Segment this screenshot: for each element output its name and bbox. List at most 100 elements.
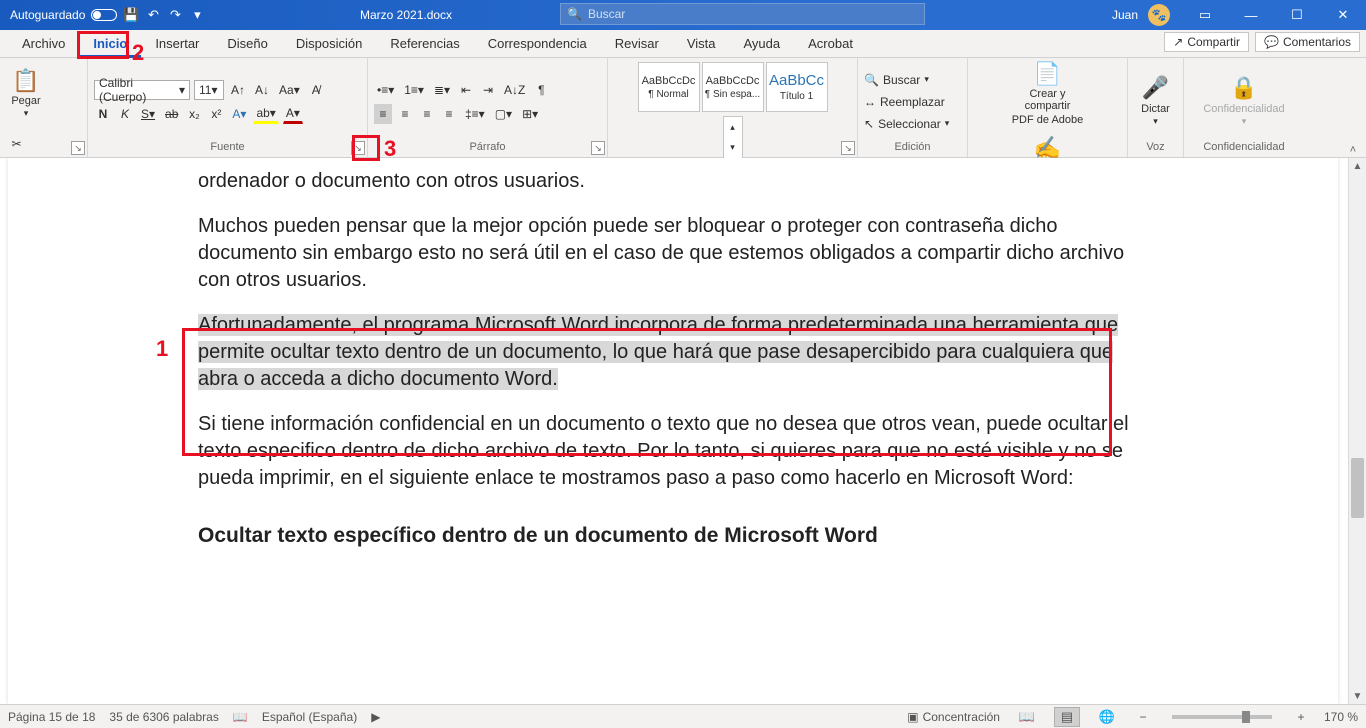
font-size-value: 11: [199, 83, 211, 97]
cut-button[interactable]: ✂: [6, 134, 27, 154]
zoom-slider[interactable]: [1172, 715, 1272, 719]
style-normal[interactable]: AaBbCcDc¶ Normal: [638, 62, 700, 112]
share-button[interactable]: ↗Compartir: [1164, 32, 1249, 52]
vertical-scrollbar[interactable]: ▲ ▼: [1348, 158, 1366, 704]
italic-button[interactable]: K: [116, 104, 134, 124]
change-case-button[interactable]: Aa▾: [276, 80, 303, 100]
tab-referencias[interactable]: Referencias: [376, 30, 473, 58]
select-button[interactable]: ↖Seleccionar▾: [864, 114, 961, 134]
web-layout-icon[interactable]: 🌐: [1094, 707, 1120, 727]
print-layout-icon[interactable]: ▤: [1054, 707, 1080, 727]
text-effects-button[interactable]: A▾: [229, 104, 249, 124]
annotation-number-1: 1: [156, 336, 168, 362]
qat-more-icon[interactable]: ▾: [189, 7, 205, 23]
line-spacing-button[interactable]: ‡≡▾: [462, 104, 488, 124]
page-indicator[interactable]: Página 15 de 18: [8, 710, 95, 724]
style-heading1[interactable]: AaBbCcTítulo 1: [766, 62, 828, 112]
sort-button[interactable]: A↓Z: [501, 80, 528, 100]
tab-revisar[interactable]: Revisar: [601, 30, 673, 58]
clipboard-launcher[interactable]: ↘: [71, 141, 85, 155]
user-name[interactable]: Juan: [1112, 8, 1138, 22]
spellcheck-icon[interactable]: 📖: [233, 710, 248, 724]
collapse-ribbon-icon[interactable]: ˄: [1344, 140, 1362, 160]
save-icon[interactable]: 💾: [123, 7, 139, 23]
font-name-select[interactable]: Calibri (Cuerpo) ▾: [94, 80, 190, 100]
undo-icon[interactable]: ↶: [145, 7, 161, 23]
word-count[interactable]: 35 de 6306 palabras: [109, 710, 218, 724]
tab-ayuda[interactable]: Ayuda: [729, 30, 794, 58]
shrink-font-button[interactable]: A↓: [252, 80, 272, 100]
paragraph: ordenador o documento con otros usuarios…: [198, 168, 1148, 195]
scroll-thumb[interactable]: [1351, 458, 1364, 518]
bullets-button[interactable]: •≡▾: [374, 80, 397, 100]
styles-up-icon[interactable]: ▴: [724, 117, 742, 137]
justify-button[interactable]: ≡: [440, 104, 458, 124]
tab-vista[interactable]: Vista: [673, 30, 730, 58]
styles-gallery[interactable]: AaBbCcDc¶ Normal AaBbCcDc¶ Sin espa... A…: [638, 62, 828, 112]
style-preview: AaBbCcDc: [706, 75, 760, 87]
dictate-button[interactable]: 🎤 Dictar ▾: [1134, 70, 1178, 134]
read-mode-icon[interactable]: 📖: [1014, 707, 1040, 727]
style-name: ¶ Normal: [648, 89, 688, 100]
font-color-button[interactable]: A▾: [283, 104, 303, 124]
align-center-button[interactable]: ≡: [396, 104, 414, 124]
find-button[interactable]: 🔍Buscar▾: [864, 70, 961, 90]
zoom-out-button[interactable]: −: [1134, 707, 1152, 727]
font-group-label: Fuente: [94, 141, 361, 155]
numbering-button[interactable]: 1≡▾: [401, 80, 427, 100]
style-nospacing[interactable]: AaBbCcDc¶ Sin espa...: [702, 62, 764, 112]
close-icon[interactable]: ✕: [1320, 0, 1366, 30]
tab-acrobat[interactable]: Acrobat: [794, 30, 867, 58]
strike-button[interactable]: ab: [162, 104, 181, 124]
bold-button[interactable]: N: [94, 104, 112, 124]
align-right-button[interactable]: ≡: [418, 104, 436, 124]
search-input[interactable]: 🔍 Buscar: [560, 3, 925, 25]
comments-button[interactable]: 💬Comentarios: [1255, 32, 1360, 52]
share-label: Compartir: [1187, 35, 1240, 49]
scroll-up-icon[interactable]: ▲: [1349, 158, 1366, 174]
minimize-icon[interactable]: —: [1228, 0, 1274, 30]
tab-correspondencia[interactable]: Correspondencia: [474, 30, 601, 58]
avatar[interactable]: 🐾: [1148, 4, 1170, 26]
autosave-toggle[interactable]: Autoguardado: [10, 8, 117, 22]
ribbon-options-icon[interactable]: ▭: [1182, 0, 1228, 30]
underline-button[interactable]: S▾: [138, 104, 158, 124]
increase-indent-button[interactable]: ⇥: [479, 80, 497, 100]
tab-diseno[interactable]: Diseño: [213, 30, 281, 58]
replace-button[interactable]: ↔Reemplazar: [864, 92, 961, 112]
paragraph-launcher[interactable]: ↘: [591, 141, 605, 155]
paste-button[interactable]: 📋 Pegar ▾: [6, 62, 46, 126]
zoom-in-button[interactable]: +: [1292, 707, 1310, 727]
show-marks-button[interactable]: ¶: [532, 80, 550, 100]
font-launcher[interactable]: ↘: [351, 141, 365, 155]
scroll-down-icon[interactable]: ▼: [1349, 688, 1366, 704]
maximize-icon[interactable]: ☐: [1274, 0, 1320, 30]
create-pdf-button[interactable]: 📄 Crear y compartir PDF de Adobe: [1010, 62, 1086, 126]
redo-icon[interactable]: ↷: [167, 7, 183, 23]
styles-down-icon[interactable]: ▾: [724, 137, 742, 157]
subscript-button[interactable]: x₂: [185, 104, 203, 124]
confidentiality-button: 🔒 Confidencialidad ▾: [1194, 70, 1294, 134]
align-left-button[interactable]: ≡: [374, 104, 392, 124]
document-page[interactable]: ordenador o documento con otros usuarios…: [8, 158, 1338, 704]
decrease-indent-button[interactable]: ⇤: [457, 80, 475, 100]
language-indicator[interactable]: Español (España): [262, 710, 357, 724]
grow-font-button[interactable]: A↑: [228, 80, 248, 100]
focus-mode-button[interactable]: ▣Concentración: [907, 710, 1000, 724]
tab-insertar[interactable]: Insertar: [141, 30, 213, 58]
styles-launcher[interactable]: ↘: [841, 141, 855, 155]
search-icon: 🔍: [567, 7, 582, 21]
zoom-level[interactable]: 170 %: [1324, 710, 1358, 724]
comments-label: Comentarios: [1283, 35, 1351, 49]
highlight-button[interactable]: ab▾: [253, 104, 278, 124]
superscript-button[interactable]: x²: [207, 104, 225, 124]
multilevel-button[interactable]: ≣▾: [431, 80, 453, 100]
search-placeholder: Buscar: [588, 7, 625, 21]
shading-button[interactable]: ▢▾: [492, 104, 515, 124]
macro-icon[interactable]: ▶: [371, 710, 380, 724]
tab-archivo[interactable]: Archivo: [8, 30, 79, 58]
font-size-select[interactable]: 11 ▾: [194, 80, 224, 100]
tab-disposicion[interactable]: Disposición: [282, 30, 376, 58]
borders-button[interactable]: ⊞▾: [519, 104, 541, 124]
clear-format-button[interactable]: A̸: [307, 80, 325, 100]
